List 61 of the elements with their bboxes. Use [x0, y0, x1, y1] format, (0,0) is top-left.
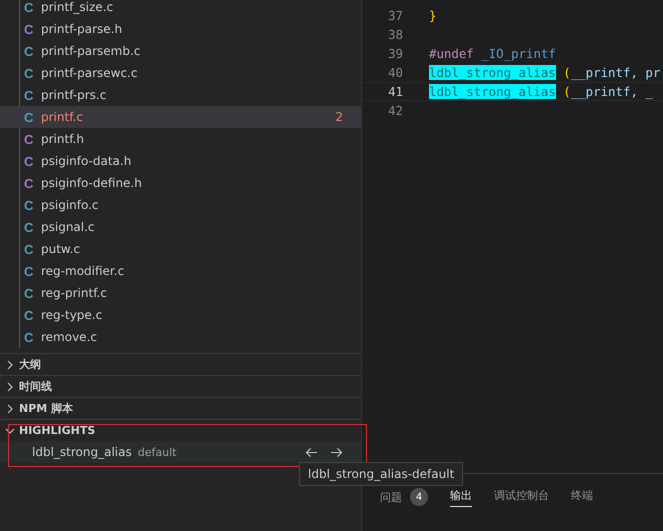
file-item[interactable]: C remove.c — [0, 326, 361, 348]
c-file-icon: C — [24, 110, 41, 124]
file-item[interactable]: C printf-prs.c — [0, 84, 361, 106]
c-file-icon: C — [24, 242, 41, 256]
c-file-icon: C — [24, 88, 41, 102]
file-item[interactable]: C reg-printf.c — [0, 282, 361, 304]
line-number: 42 — [387, 103, 404, 118]
code-line: ldbl_strong_alias (__printf, _ — [429, 84, 653, 99]
highlight-description: default — [138, 446, 176, 458]
file-item[interactable]: C putw.c — [0, 238, 361, 260]
file-item[interactable]: C printf.h — [0, 128, 361, 150]
highlight-item[interactable]: ldbl_strong_alias default — [0, 441, 361, 463]
c-file-icon: C — [24, 330, 41, 344]
c-file-icon: C — [24, 22, 41, 36]
file-item[interactable]: C reg-modifier.c — [0, 260, 361, 282]
file-item[interactable]: C printf_size.c — [0, 0, 361, 18]
file-item[interactable]: C reg-type.c — [0, 304, 361, 326]
chevron-icon — [5, 404, 15, 414]
c-file-icon: C — [24, 66, 41, 80]
c-file-icon: C — [24, 286, 41, 300]
file-item[interactable]: C psignal.c — [0, 216, 361, 238]
c-file-icon: C — [24, 308, 41, 322]
c-file-icon: C — [24, 176, 41, 190]
file-item[interactable]: C psiginfo-data.h — [0, 150, 361, 172]
section-header[interactable]: NPM 脚本 — [0, 397, 361, 419]
chevron-icon — [5, 360, 15, 370]
c-file-icon: C — [24, 198, 41, 212]
chevron-icon — [5, 426, 15, 436]
line-number: 41 — [387, 84, 404, 99]
count-badge: 4 — [410, 488, 428, 506]
code-line: ldbl_strong_alias (__printf, pr — [429, 65, 660, 80]
file-item[interactable]: C printf-parse.h — [0, 18, 361, 40]
c-file-icon: C — [24, 264, 41, 278]
file-item[interactable]: C psiginfo.c — [0, 194, 361, 216]
code-line: } — [429, 8, 436, 23]
chevron-icon — [5, 382, 15, 392]
line-number: 40 — [387, 65, 404, 80]
c-file-icon: C — [24, 132, 41, 146]
file-item[interactable]: C psiginfo-define.h — [0, 172, 361, 194]
c-file-icon: C — [24, 154, 41, 168]
file-item[interactable]: C printf-parsemb.c — [0, 40, 361, 62]
previous-arrow-icon[interactable] — [305, 446, 318, 458]
c-file-icon: C — [24, 44, 41, 58]
highlight-name: ldbl_strong_alias — [32, 445, 132, 459]
c-file-icon: C — [24, 0, 41, 14]
line-number: 39 — [387, 46, 404, 61]
section-header[interactable]: 大纲 — [0, 353, 361, 375]
c-file-icon: C — [24, 220, 41, 234]
line-number: 37 — [387, 8, 404, 23]
file-item[interactable]: C printf-parsewc.c — [0, 62, 361, 84]
panel-tab[interactable]: 输出 — [450, 488, 472, 507]
tooltip: ldbl_strong_alias-default — [299, 462, 464, 486]
problem-count: 2 — [335, 110, 343, 124]
panel-tab[interactable]: 终端 — [571, 488, 593, 507]
next-arrow-icon[interactable] — [330, 446, 343, 458]
line-number: 38 — [387, 27, 404, 42]
code-line: #undef _IO_printf — [429, 46, 556, 61]
file-item[interactable]: C printf.c 2 — [0, 106, 361, 128]
panel-tab[interactable]: 问题 4 — [380, 488, 428, 510]
panel-tab[interactable]: 调试控制台 — [494, 488, 549, 507]
section-header[interactable]: 时间线 — [0, 375, 361, 397]
